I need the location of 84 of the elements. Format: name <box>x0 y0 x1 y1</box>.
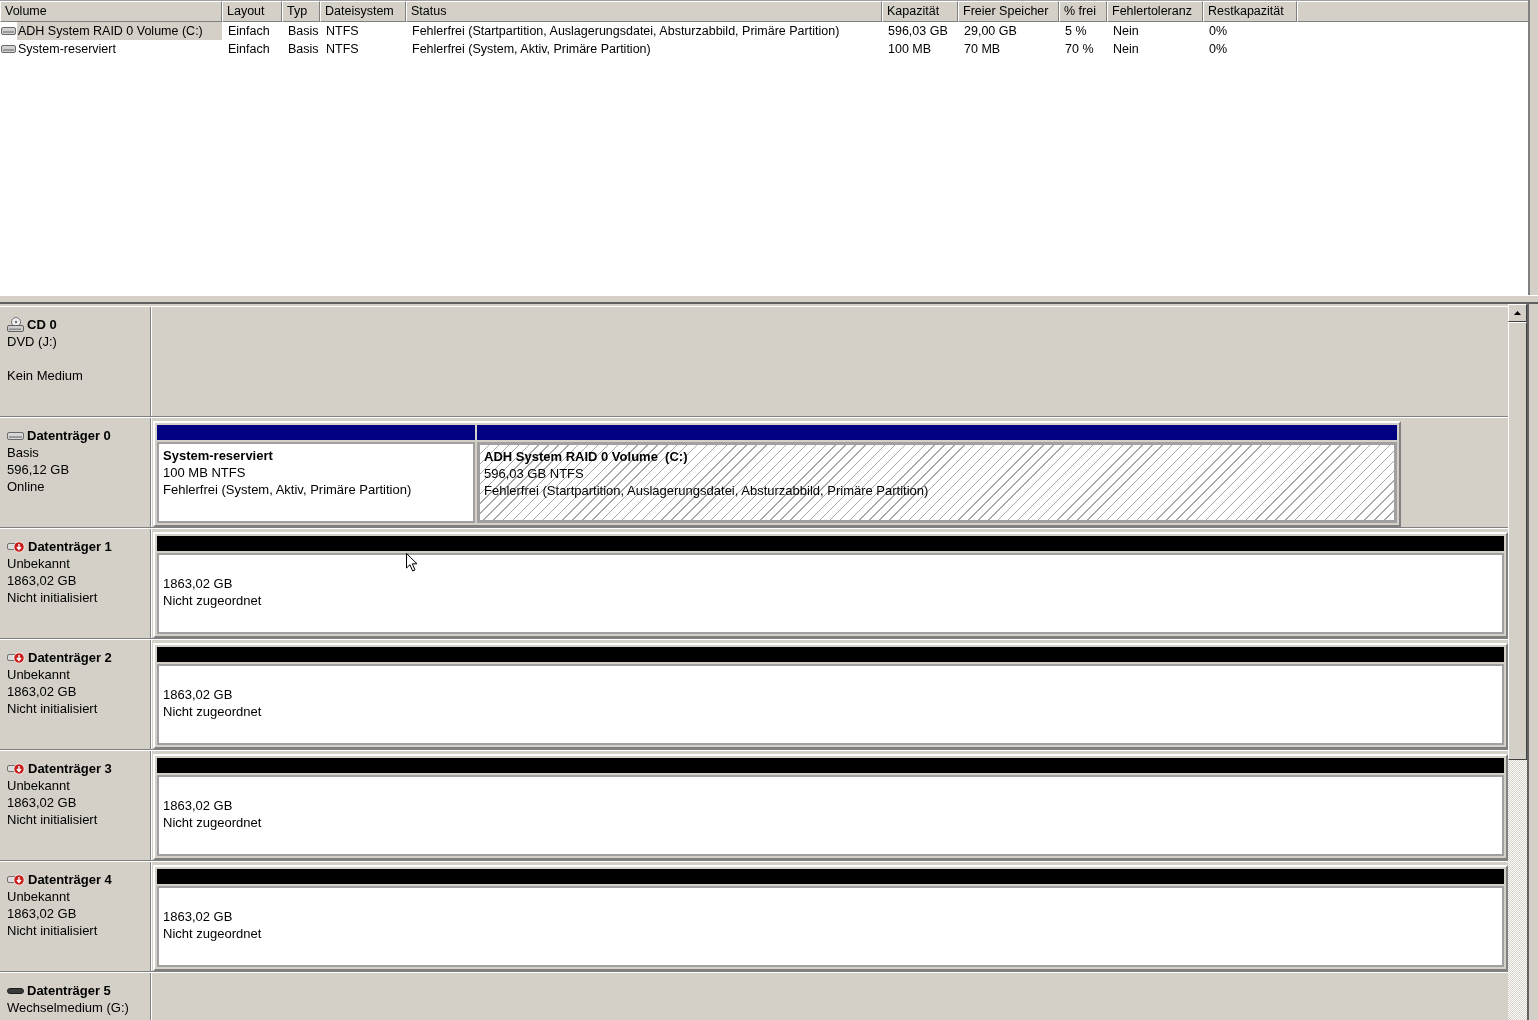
pane-splitter[interactable] <box>0 295 1538 304</box>
column-header[interactable]: Restkapazität <box>1203 1 1297 22</box>
column-header[interactable]: Fehlertoleranz <box>1107 1 1203 22</box>
partition-block[interactable]: System-reserviert 100 MB NTFS Fehlerfrei (System, Aktiv, Primäre Partition) <box>157 442 475 523</box>
disk-title: Datenträger 3 <box>28 760 112 777</box>
column-header[interactable]: Status <box>406 1 882 22</box>
disk-size: 1863,02 GB <box>7 905 77 922</box>
partition-size: 596,03 GB NTFS <box>484 465 584 482</box>
table-cell-text: 0% <box>1208 23 1229 40</box>
disk-status: Nicht initialisiert <box>7 922 98 939</box>
column-header[interactable]: Layout <box>222 1 282 22</box>
table-cell-text: 100 MB <box>887 41 933 58</box>
cd-drive-icon <box>7 317 24 332</box>
partition-status: Nicht zugeordnet <box>163 925 262 942</box>
disk-title: Datenträger 0 <box>27 427 111 444</box>
partition-size: 100 MB NTFS <box>163 464 246 481</box>
disk-type: DVD (J:) <box>7 333 57 350</box>
disk-type: Unbekannt <box>7 666 70 683</box>
volume-name[interactable]: System-reserviert <box>17 40 222 58</box>
vertical-scrollbar[interactable] <box>1508 304 1527 1020</box>
partition-status: Nicht zugeordnet <box>163 814 262 831</box>
disk-type: Unbekannt <box>7 888 70 905</box>
disk-title: Datenträger 1 <box>28 538 112 555</box>
hard-drive-icon <box>7 431 24 440</box>
volume-name[interactable]: ADH System RAID 0 Volume (C:) <box>17 22 222 40</box>
column-header[interactable]: Freier Speicher <box>958 1 1059 22</box>
disk-size: 1863,02 GB <box>7 572 77 589</box>
table-cell-text: Nein <box>1112 41 1140 58</box>
table-cell-text: Einfach <box>227 23 271 40</box>
table-cell-text: 29,00 GB <box>963 23 1018 40</box>
disk-title: Datenträger 5 <box>27 982 111 999</box>
table-cell-text: Basis <box>287 23 320 40</box>
partition-block[interactable]: 1863,02 GB Nicht zugeordnet <box>157 775 1504 856</box>
table-cell-text: 70 MB <box>963 41 1002 58</box>
table-cell-text: Basis <box>287 41 320 58</box>
table-cell-text: 5 % <box>1064 23 1088 40</box>
disk-size: 1863,02 GB <box>7 683 77 700</box>
table-cell-text: Fehlerfrei (System, Aktiv, Primäre Partition) <box>411 41 652 58</box>
partition-status: Nicht zugeordnet <box>163 592 262 609</box>
table-cell-text: 0% <box>1208 41 1229 58</box>
partition-block[interactable]: 1863,02 GB Nicht zugeordnet <box>157 664 1504 745</box>
disk-status: Nicht initialisiert <box>7 700 98 717</box>
scrollbar-thumb[interactable] <box>1508 322 1527 760</box>
disk-status: Nicht initialisiert <box>7 811 98 828</box>
disk-size: 1863,02 GB <box>7 794 77 811</box>
partition-name: System-reserviert <box>163 447 273 464</box>
column-header[interactable]: Typ <box>282 1 320 22</box>
disk-title: CD 0 <box>27 316 57 333</box>
drive-icon <box>7 987 24 994</box>
disk-type: Unbekannt <box>7 555 70 572</box>
disk-type: Wechselmedium (G:) <box>7 999 129 1016</box>
partition-size: 1863,02 GB <box>163 908 233 925</box>
partition-status: Fehlerfrei (Startpartition, Auslagerungsdatei, Absturzabbild, Primäre Partition) <box>484 482 929 499</box>
column-header[interactable]: Dateisystem <box>320 1 406 22</box>
scroll-up-button[interactable] <box>1508 304 1527 322</box>
mouse-pointer-icon <box>406 553 418 572</box>
table-cell-text: NTFS <box>325 23 360 40</box>
partition-block[interactable]: 1863,02 GB Nicht zugeordnet <box>157 886 1504 967</box>
disk-type: Basis <box>7 444 39 461</box>
disk-title: Datenträger 2 <box>28 649 112 666</box>
partition-size: 1863,02 GB <box>163 575 233 592</box>
disk-type: Unbekannt <box>7 777 70 794</box>
partition-status: Fehlerfrei (System, Aktiv, Primäre Partition) <box>163 481 412 498</box>
up-arrow-icon <box>1514 311 1521 315</box>
table-cell-text: NTFS <box>325 41 360 58</box>
partition-block[interactable]: ADH System RAID 0 Volume (C:) 596,03 GB NTFS Fehlerfrei (Startpartition, Auslagerungsdatei, Absturzabbild, Primäre Partition) <box>477 442 1397 523</box>
column-header[interactable]: Kapazität <box>882 1 958 22</box>
table-cell-text: Fehlerfrei (Startpartition, Auslagerungsdatei, Absturzabbild, Primäre Partition) <box>411 23 841 40</box>
table-cell-text: 70 % <box>1064 41 1095 58</box>
partition-block[interactable]: 1863,02 GB Nicht zugeordnet <box>157 553 1504 634</box>
disk-size: 596,12 GB <box>7 461 70 478</box>
disk-title: Datenträger 4 <box>28 871 112 888</box>
partition-size: 1863,02 GB <box>163 797 233 814</box>
disk-status: Kein Medium <box>7 367 83 384</box>
table-cell-text: Nein <box>1112 23 1140 40</box>
disk-status: Online <box>7 478 45 495</box>
partition-status: Nicht zugeordnet <box>163 703 262 720</box>
table-cell-text: Einfach <box>227 41 271 58</box>
column-header[interactable]: % frei <box>1059 1 1107 22</box>
partition-name: ADH System RAID 0 Volume (C:) <box>484 448 688 465</box>
table-cell-text: 596,03 GB <box>887 23 949 40</box>
column-header[interactable]: Volume <box>0 1 222 22</box>
partition-size: 1863,02 GB <box>163 686 233 703</box>
disk-status: Nicht initialisiert <box>7 589 98 606</box>
